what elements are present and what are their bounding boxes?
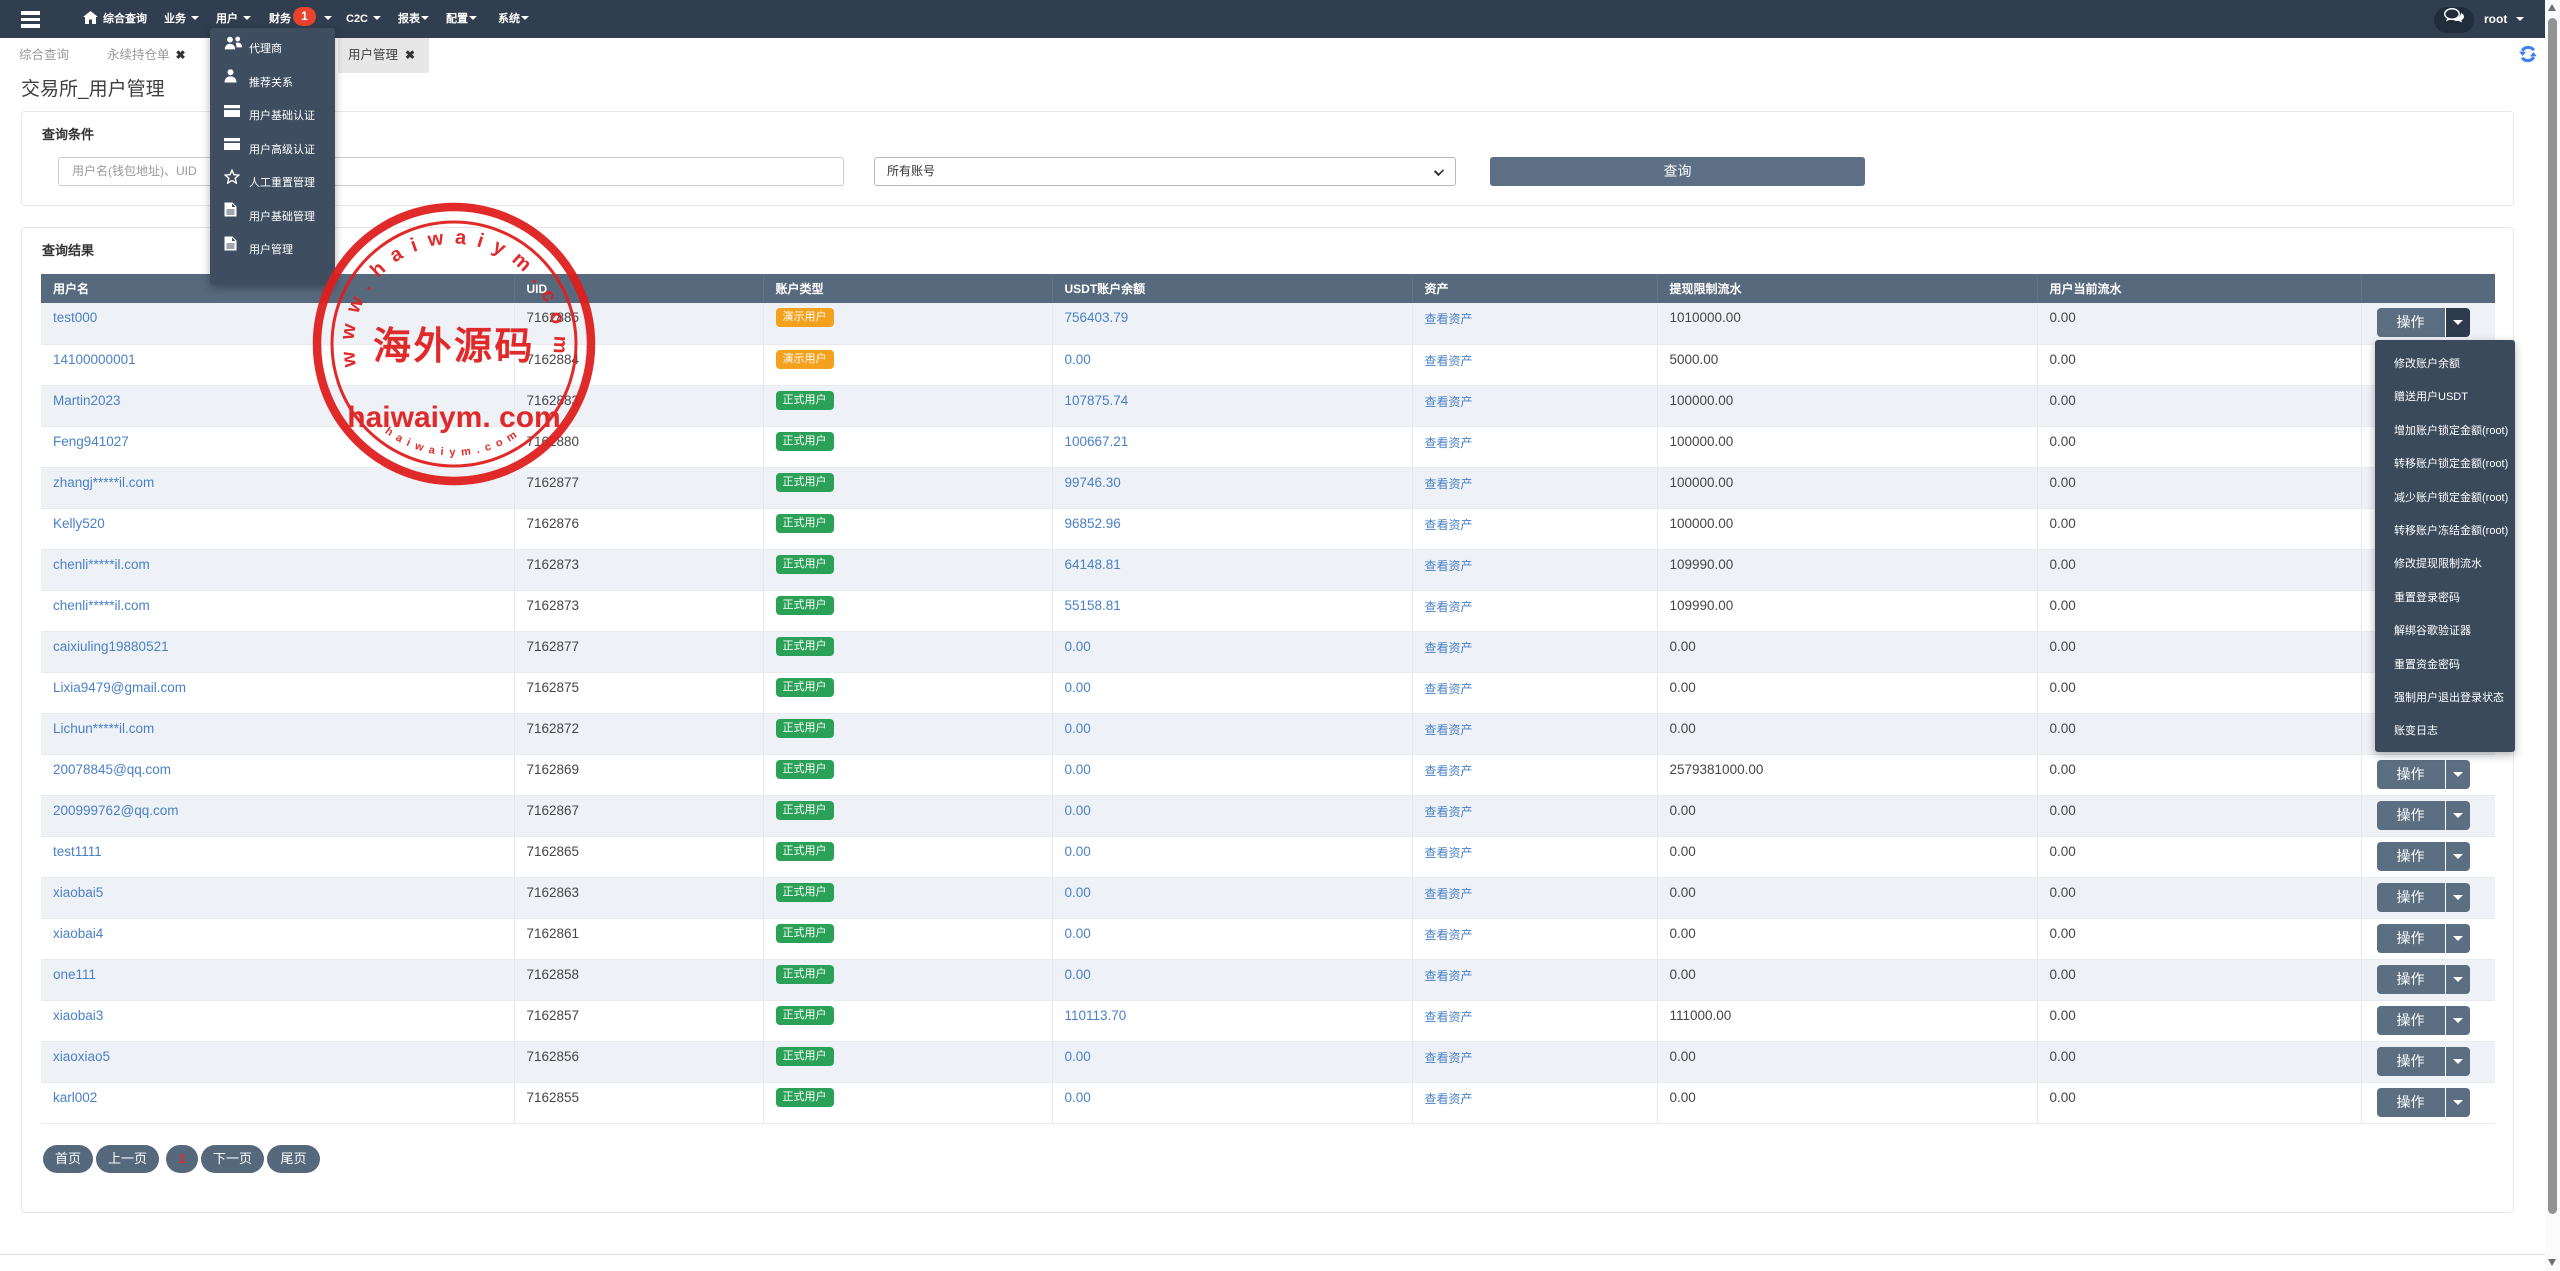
svg-text:haiwaiym. com: haiwaiym. com [347, 401, 560, 434]
svg-text:海外源码: 海外源码 [373, 326, 535, 368]
